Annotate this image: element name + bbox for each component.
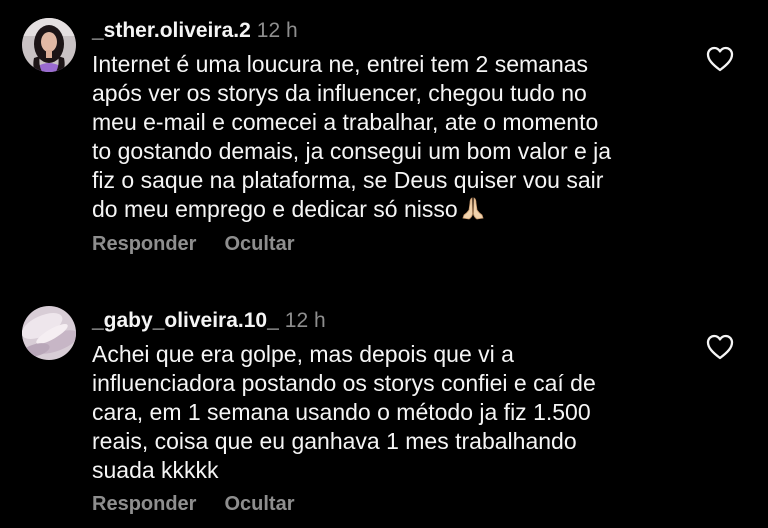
username[interactable]: _gaby_oliveira.10_: [92, 309, 279, 332]
comment-line: cara, em 1 semana usando o método ja fiz…: [92, 399, 591, 425]
avatar[interactable]: [22, 306, 76, 360]
comment-line: influenciadora postando os storys confie…: [92, 370, 596, 396]
comment-header: _gaby_oliveira.10_ 12 h: [92, 309, 326, 333]
hide-button[interactable]: Ocultar: [224, 233, 294, 255]
reply-button[interactable]: Responder: [92, 493, 196, 515]
comment-line: to gostando demais, ja consegui um bom v…: [92, 138, 612, 164]
comment-actions: Responder Ocultar: [92, 493, 295, 516]
praying-hands-icon: [460, 195, 486, 228]
comment-line: suada kkkkk: [92, 457, 219, 483]
comment-text: Achei que era golpe, mas depois que vi a…: [92, 340, 692, 485]
comment-line: Internet é uma loucura ne, entrei tem 2 …: [92, 51, 589, 77]
comment-line-last: do meu emprego e dedicar só nisso: [92, 195, 692, 228]
comment-line: fiz o saque na plataforma, se Deus quise…: [92, 167, 604, 193]
timestamp: 12 h: [256, 19, 298, 42]
comment-line: do meu emprego e dedicar só nisso: [92, 196, 458, 222]
comment-header: _sther.oliveira.2 12 h: [92, 19, 298, 43]
comment-line: após ver os storys da influencer, chegou…: [92, 80, 587, 106]
heart-outline-icon[interactable]: [706, 334, 734, 360]
avatar[interactable]: [22, 18, 76, 72]
comment-actions: Responder Ocultar: [92, 233, 295, 256]
comment-line: meu e-mail e comecei a trabalhar, ate o …: [92, 109, 599, 135]
reply-button[interactable]: Responder: [92, 233, 196, 255]
timestamp: 12 h: [284, 309, 326, 332]
comment-text: Internet é uma loucura ne, entrei tem 2 …: [92, 50, 692, 228]
heart-outline-icon[interactable]: [706, 46, 734, 72]
hide-button[interactable]: Ocultar: [224, 493, 294, 515]
comment-item: _gaby_oliveira.10_ 12 h Achei que era gol…: [0, 270, 768, 528]
username[interactable]: _sther.oliveira.2: [92, 19, 251, 42]
comment-line: reais, coisa que eu ganhava 1 mes trabal…: [92, 428, 577, 454]
comment-line: Achei que era golpe, mas depois que vi a: [92, 341, 514, 367]
comment-item: _sther.oliveira.2 12 h Internet é uma lou…: [0, 0, 768, 270]
